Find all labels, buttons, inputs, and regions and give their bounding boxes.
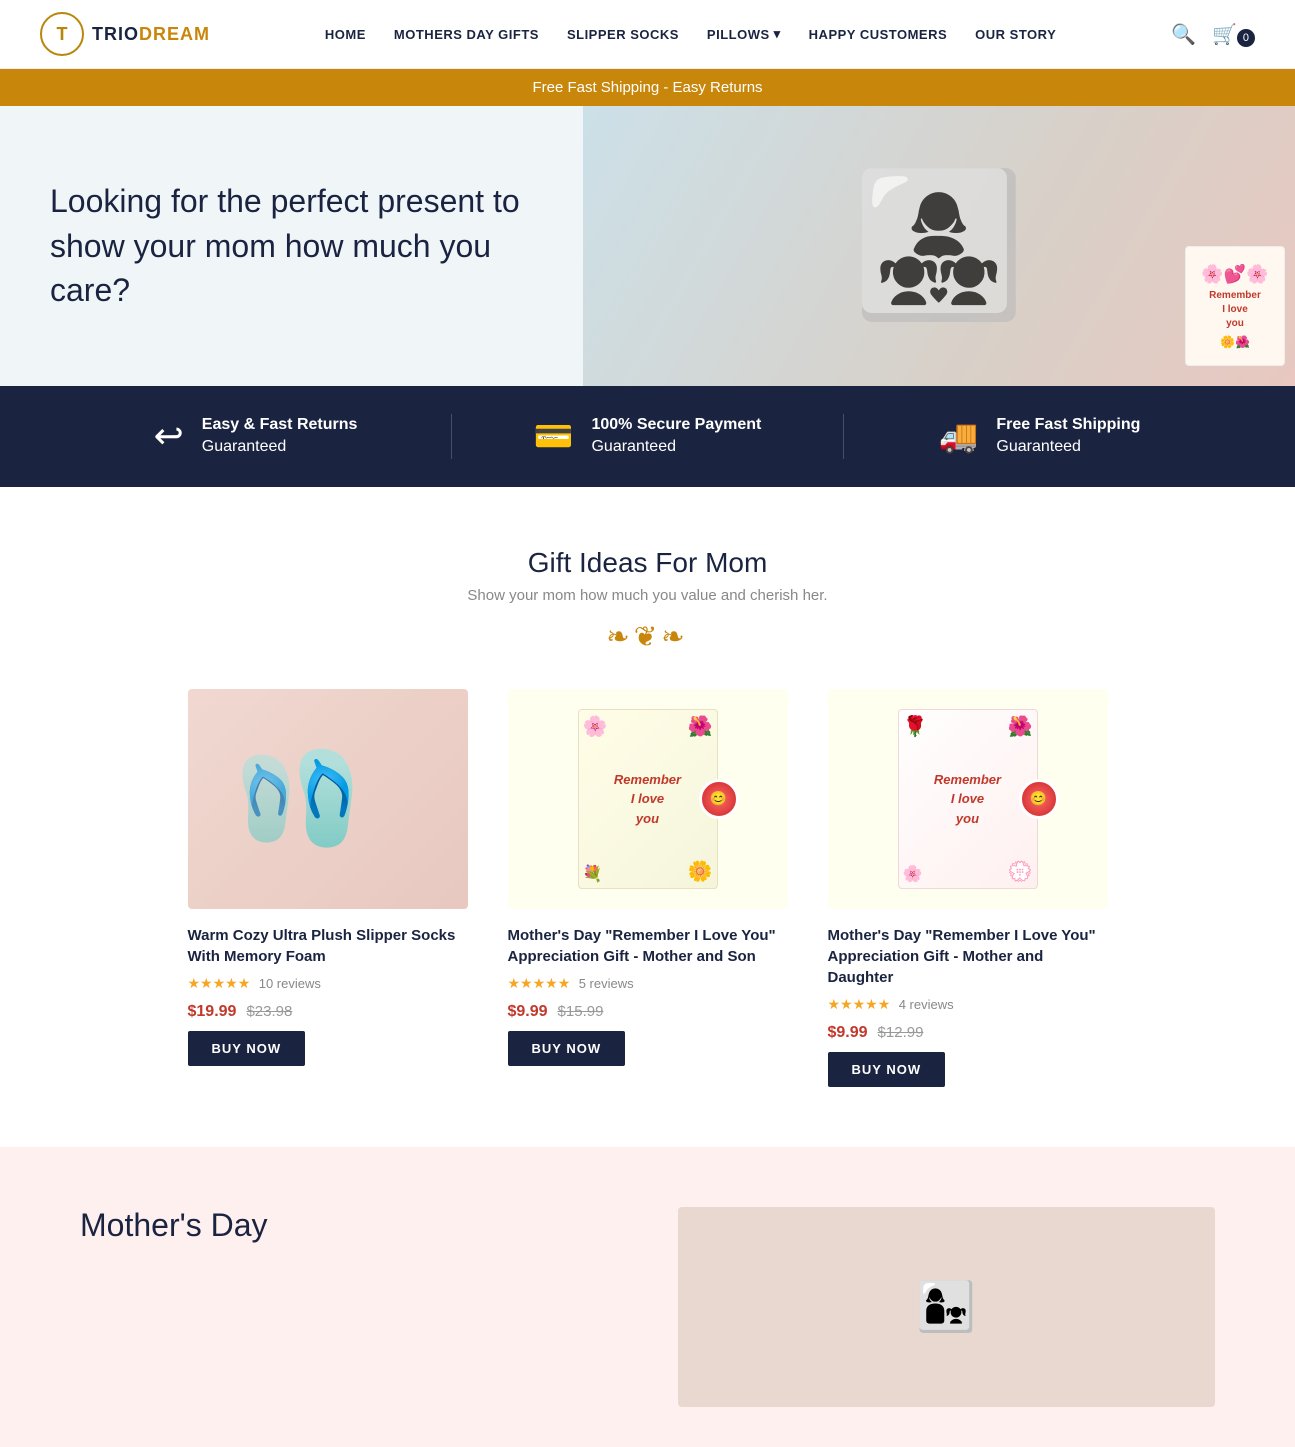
cart-count: 0 (1237, 29, 1255, 47)
orig-price-son: $15.99 (558, 1003, 604, 1020)
product-image-slipper: 🩴 🩴 (188, 689, 468, 909)
feature-shipping-sub: Guaranteed (996, 438, 1081, 455)
product-card-daughter: 🌹 🌺 🌸 💮 RememberI loveyou 😊 Mother's Day… (828, 689, 1108, 1087)
gift-section-title: Gift Ideas For Mom (80, 547, 1215, 579)
mothers-img-placeholder: 👩‍👧 (678, 1207, 1216, 1407)
product-title-slipper: Warm Cozy Ultra Plush Slipper Socks With… (188, 925, 468, 967)
feature-payment: 💳 100% Secure Payment Guaranteed (451, 414, 843, 459)
sale-price-son: $9.99 (508, 1003, 548, 1021)
hero-people-image: 👩‍👧‍👧 🌸💕🌸 RememberI loveyou 🌼🌺 (583, 106, 1295, 386)
product-image-son: 🌸 🌺 💐 🌼 RememberI loveyou 😊 (508, 689, 788, 909)
cart-icon[interactable]: 🛒0 (1212, 22, 1255, 47)
sale-price-slipper: $19.99 (188, 1003, 237, 1021)
navbar: T TRIODREAM HOME MOTHERS DAY GIFTS SLIPP… (0, 0, 1295, 69)
feature-shipping-title: Free Fast Shipping (996, 414, 1140, 436)
section-heading: Gift Ideas For Mom (80, 547, 1215, 579)
features-bar: ↩ Easy & Fast Returns Guaranteed 💳 100% … (0, 386, 1295, 487)
feature-payment-sub: Guaranteed (591, 438, 676, 455)
hero-image: 👩‍👧‍👧 🌸💕🌸 RememberI loveyou 🌼🌺 (583, 106, 1295, 386)
mothers-day-heading: Mother's Day (80, 1207, 618, 1244)
hero-gift-preview: 🌸💕🌸 RememberI loveyou 🌼🌺 (1185, 246, 1285, 366)
search-icon[interactable]: 🔍 (1171, 22, 1196, 47)
price-row-daughter: $9.99 $12.99 (828, 1024, 1108, 1042)
orig-price-slipper: $23.98 (246, 1003, 292, 1020)
mothers-day-text: Mother's Day (80, 1207, 618, 1244)
gift-section: Gift Ideas For Mom Show your mom how muc… (0, 487, 1295, 1147)
reviews-daughter: 4 reviews (899, 997, 954, 1012)
hero-section: Looking for the perfect present to show … (0, 106, 1295, 386)
buy-button-daughter[interactable]: BUY NOW (828, 1052, 946, 1087)
hero-text: Looking for the perfect present to show … (0, 106, 583, 386)
product-card-son: 🌸 🌺 💐 🌼 RememberI loveyou 😊 Mother's Day… (508, 689, 788, 1087)
brand-name: TRIODREAM (92, 24, 210, 45)
price-row-son: $9.99 $15.99 (508, 1003, 788, 1021)
shipping-icon: 🚚 (939, 417, 979, 455)
product-rating-son: ★★★★★ 5 reviews (508, 975, 788, 993)
hero-heading: Looking for the perfect present to show … (50, 179, 533, 313)
logo-icon: T (40, 12, 84, 56)
stars-son: ★★★★★ (508, 975, 571, 992)
greeting-card-son: 🌸 🌺 💐 🌼 RememberI loveyou 😊 (578, 709, 718, 889)
feature-shipping: 🚚 Free Fast Shipping Guaranteed (843, 414, 1235, 459)
chevron-down-icon: ▾ (774, 26, 781, 42)
reviews-son: 5 reviews (579, 976, 634, 991)
product-card-slipper: 🩴 🩴 Warm Cozy Ultra Plush Slipper Socks … (188, 689, 468, 1087)
nav-home[interactable]: HOME (325, 27, 366, 42)
stars-slipper: ★★★★★ (188, 975, 251, 992)
card-pin-son: 😊 (699, 779, 739, 819)
reviews-slipper: 10 reviews (259, 976, 321, 991)
product-title-daughter: Mother's Day "Remember I Love You" Appre… (828, 925, 1108, 988)
sale-price-daughter: $9.99 (828, 1024, 868, 1042)
ornament-decoration: ❧❦❧ (80, 620, 1215, 653)
price-row-slipper: $19.99 $23.98 (188, 1003, 468, 1021)
feature-returns-title: Easy & Fast Returns (202, 414, 358, 436)
announcement-bar: Free Fast Shipping - Easy Returns (0, 69, 1295, 106)
greeting-card-daughter: 🌹 🌺 🌸 💮 RememberI loveyou 😊 (898, 709, 1038, 889)
feature-payment-title: 100% Secure Payment (591, 414, 761, 436)
buy-button-slipper[interactable]: BUY NOW (188, 1031, 306, 1066)
nav-our-story[interactable]: OUR STORY (975, 27, 1056, 42)
nav-pillows[interactable]: PILLOWS ▾ (707, 26, 781, 42)
card-pin-daughter: 😊 (1019, 779, 1059, 819)
feature-returns-sub: Guaranteed (202, 438, 287, 455)
gift-section-sub: Show your mom how much you value and che… (80, 587, 1215, 604)
products-grid: 🩴 🩴 Warm Cozy Ultra Plush Slipper Socks … (80, 689, 1215, 1087)
nav-happy-customers[interactable]: HAPPY CUSTOMERS (809, 27, 948, 42)
nav-actions: 🔍 🛒0 (1171, 22, 1255, 47)
mothers-day-section: Mother's Day 👩‍👧 (0, 1147, 1295, 1447)
logo[interactable]: T TRIODREAM (40, 12, 210, 56)
returns-icon: ↩ (154, 415, 184, 457)
nav-slipper-socks[interactable]: SLIPPER SOCKS (567, 27, 679, 42)
mothers-day-image: 👩‍👧 (678, 1207, 1216, 1407)
product-image-daughter: 🌹 🌺 🌸 💮 RememberI loveyou 😊 (828, 689, 1108, 909)
orig-price-daughter: $12.99 (878, 1024, 924, 1041)
product-title-son: Mother's Day "Remember I Love You" Appre… (508, 925, 788, 967)
payment-icon: 💳 (534, 417, 574, 455)
nav-mothers-day[interactable]: MOTHERS DAY GIFTS (394, 27, 539, 42)
product-rating-slipper: ★★★★★ 10 reviews (188, 975, 468, 993)
stars-daughter: ★★★★★ (828, 996, 891, 1013)
feature-returns: ↩ Easy & Fast Returns Guaranteed (60, 414, 451, 459)
product-rating-daughter: ★★★★★ 4 reviews (828, 996, 1108, 1014)
nav-links: HOME MOTHERS DAY GIFTS SLIPPER SOCKS PIL… (325, 26, 1056, 42)
buy-button-son[interactable]: BUY NOW (508, 1031, 626, 1066)
